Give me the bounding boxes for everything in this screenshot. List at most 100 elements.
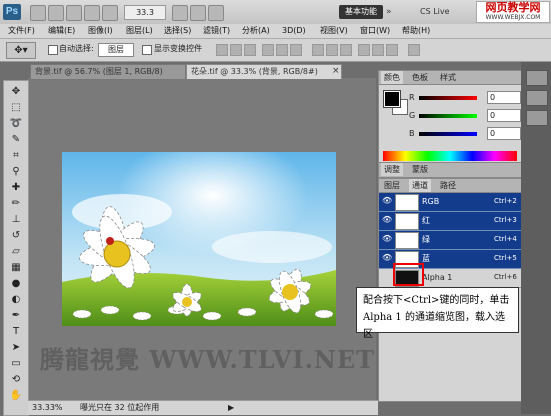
show-transform-checkbox[interactable]: [142, 45, 152, 55]
align-left-icon[interactable]: [262, 44, 274, 56]
menu-file[interactable]: 文件(F): [8, 25, 35, 37]
distribute-right-icon[interactable]: [386, 44, 398, 56]
callout-line-1: 配合按下<Ctrl>键的同时，单击: [363, 295, 510, 306]
screen-mode-icon[interactable]: [208, 5, 224, 21]
menu-help[interactable]: 帮助(H): [402, 25, 430, 37]
distribute-top-icon[interactable]: [312, 44, 324, 56]
r-value-field[interactable]: 0: [487, 91, 521, 104]
channel-row-green[interactable]: 👁 绿 Ctrl+4: [379, 231, 521, 250]
auto-select-label: 自动选择:: [59, 44, 94, 53]
menu-3d[interactable]: 3D(D): [282, 25, 306, 37]
distribute-hcenter-icon[interactable]: [372, 44, 384, 56]
healing-brush-icon[interactable]: ✚: [9, 181, 23, 195]
3d-rotate-icon[interactable]: ⟲: [9, 373, 23, 387]
auto-select-dropdown[interactable]: 图层: [98, 43, 134, 57]
workspace-button[interactable]: 基本功能: [339, 5, 383, 19]
menu-view[interactable]: 视图(V): [320, 25, 348, 37]
panel-dock-button[interactable]: [526, 70, 548, 86]
panel-dock-button[interactable]: [526, 90, 548, 106]
distribute-left-icon[interactable]: [358, 44, 370, 56]
type-tool-icon[interactable]: T: [9, 325, 23, 339]
hand-tool-icon[interactable]: ✋: [9, 389, 23, 403]
pen-tool-icon[interactable]: ✒: [9, 309, 23, 323]
rotate-view-icon[interactable]: [172, 5, 188, 21]
zoom-dropdown[interactable]: 33.3: [124, 5, 166, 20]
channel-thumbnail[interactable]: [395, 194, 419, 211]
flower-image[interactable]: [62, 152, 336, 326]
tab-layers[interactable]: 图层: [381, 179, 403, 192]
history-brush-icon[interactable]: ↺: [9, 229, 23, 243]
menu-window[interactable]: 窗口(W): [360, 25, 390, 37]
panel-dock-button[interactable]: [526, 110, 548, 126]
blur-tool-icon[interactable]: ●: [9, 277, 23, 291]
menu-edit[interactable]: 编辑(E): [48, 25, 75, 37]
hand-icon[interactable]: [84, 5, 100, 21]
b-slider[interactable]: [419, 132, 477, 136]
tab-channels[interactable]: 通道: [409, 179, 431, 192]
align-bottom-icon[interactable]: [244, 44, 256, 56]
b-value-field[interactable]: 0: [487, 127, 521, 140]
tab-adjustments[interactable]: 调整: [381, 163, 403, 176]
zoom-readout[interactable]: 33.33%: [32, 402, 63, 414]
tab-flower-doc[interactable]: 花朵.tif @ 33.3% (背景, RGB/8#): [186, 64, 342, 79]
zoom-icon[interactable]: [102, 5, 118, 21]
gradient-tool-icon[interactable]: ▦: [9, 261, 23, 275]
tab-styles[interactable]: 样式: [437, 71, 459, 84]
eye-icon[interactable]: 👁: [382, 197, 392, 205]
move-tool-preset-icon[interactable]: ✥▾: [6, 42, 36, 59]
chevron-right-icon[interactable]: »: [386, 7, 396, 17]
tab-background-doc[interactable]: 背景.tif @ 56.7% (图层 1, RGB/8): [30, 64, 186, 80]
tab-masks[interactable]: 蒙版: [409, 163, 431, 176]
crop-tool-icon[interactable]: ⌗: [9, 149, 23, 163]
distribute-bottom-icon[interactable]: [340, 44, 352, 56]
clone-stamp-icon[interactable]: ⊥: [9, 213, 23, 227]
r-slider[interactable]: [419, 96, 477, 100]
align-right-icon[interactable]: [290, 44, 302, 56]
path-select-icon[interactable]: ➤: [9, 341, 23, 355]
align-hcenter-icon[interactable]: [276, 44, 288, 56]
minibridge-icon[interactable]: [48, 5, 64, 21]
status-menu-arrow[interactable]: ▶: [228, 402, 234, 414]
tab-color[interactable]: 颜色: [381, 71, 403, 84]
arrange-documents-icon[interactable]: [190, 5, 206, 21]
g-slider[interactable]: [419, 114, 477, 118]
tab-swatches[interactable]: 色板: [409, 71, 431, 84]
status-bar: 33.33% 曝光只在 32 位起作用 ▶: [28, 400, 378, 415]
distribute-vcenter-icon[interactable]: [326, 44, 338, 56]
dodge-tool-icon[interactable]: ◐: [9, 293, 23, 307]
tab-paths[interactable]: 路径: [437, 179, 459, 192]
bridge-icon[interactable]: [30, 5, 46, 21]
eyedropper-tool-icon[interactable]: ⚲: [9, 165, 23, 179]
auto-select-checkbox[interactable]: [48, 45, 58, 55]
foreground-color-swatch[interactable]: [383, 90, 401, 108]
menu-image[interactable]: 图像(I): [88, 25, 113, 37]
marquee-tool-icon[interactable]: ⬚: [9, 101, 23, 115]
shape-tool-icon[interactable]: ▭: [9, 357, 23, 371]
cs-live-button[interactable]: CS Live: [420, 6, 460, 18]
layers-panel-tabs: 图层 通道 路径: [379, 179, 521, 193]
menu-select[interactable]: 选择(S): [164, 25, 191, 37]
auto-align-icon[interactable]: [408, 44, 420, 56]
g-value-field[interactable]: 0: [487, 109, 521, 122]
align-top-icon[interactable]: [216, 44, 228, 56]
channel-thumbnail[interactable]: [395, 213, 419, 230]
move-tool-icon[interactable]: ✥: [9, 85, 23, 99]
eye-icon[interactable]: 👁: [382, 216, 392, 224]
color-panel: 颜色 色板 样式 R 0 G 0 B 0: [378, 70, 522, 164]
channel-thumbnail[interactable]: [395, 232, 419, 249]
lasso-tool-icon[interactable]: ➰: [9, 117, 23, 131]
eraser-tool-icon[interactable]: ▱: [9, 245, 23, 259]
close-icon[interactable]: ×: [332, 64, 340, 78]
menu-analysis[interactable]: 分析(A): [242, 25, 270, 37]
eye-icon[interactable]: 👁: [382, 254, 392, 262]
menu-layer[interactable]: 图层(L): [126, 25, 153, 37]
brush-tool-icon[interactable]: ✏: [9, 197, 23, 211]
eye-icon[interactable]: 👁: [382, 235, 392, 243]
channel-row-rgb[interactable]: 👁 RGB Ctrl+2: [379, 193, 521, 212]
color-spectrum[interactable]: [383, 151, 517, 161]
menu-filter[interactable]: 滤镜(T): [203, 25, 230, 37]
quick-select-tool-icon[interactable]: ✎: [9, 133, 23, 147]
channel-row-red[interactable]: 👁 红 Ctrl+3: [379, 212, 521, 231]
align-vcenter-icon[interactable]: [230, 44, 242, 56]
view-extras-icon[interactable]: [66, 5, 82, 21]
